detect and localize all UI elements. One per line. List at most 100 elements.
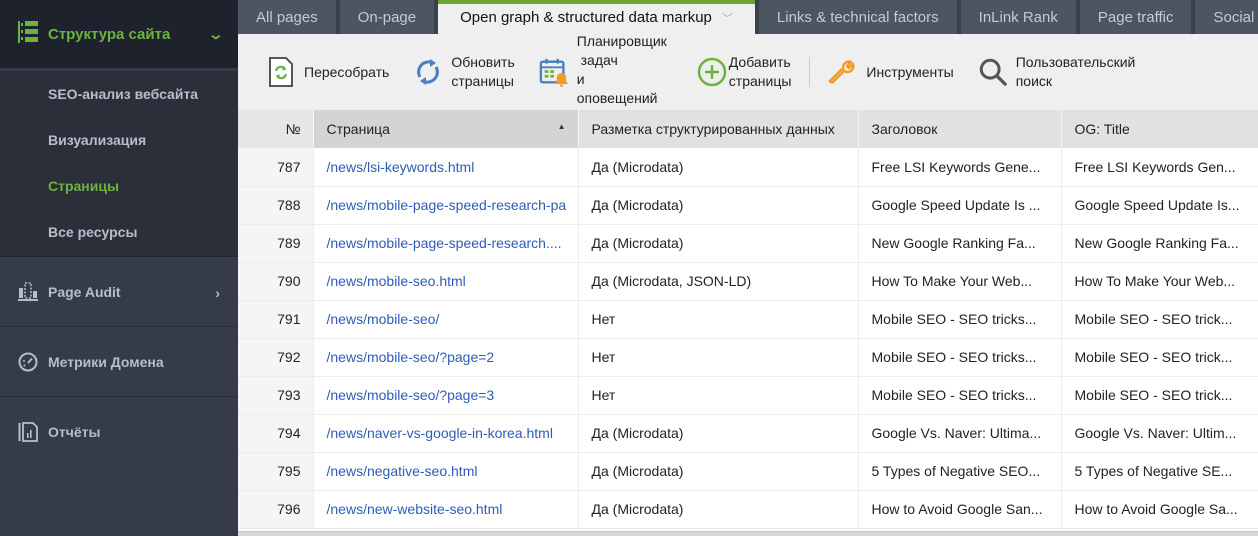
column-header-label: Страница	[326, 121, 390, 137]
table-row[interactable]: 789/news/mobile-page-speed-research.... Д…	[238, 224, 1258, 263]
cell-title: Free LSI Keywords Gene...	[858, 148, 1062, 187]
table-row[interactable]: 792/news/mobile-seo/?page=2 Нет Mobile SEO…	[238, 338, 1258, 377]
cell-page-link[interactable]: /news/mobile-page-speed-research-pa	[313, 186, 579, 225]
cell-page-link[interactable]: /news/naver-vs-google-in-korea.html	[313, 414, 579, 453]
custom-search-label: Пользовательский поиск	[1016, 53, 1136, 91]
sidebar-item-pages[interactable]: Страницы	[0, 163, 238, 209]
cell-number: 793	[238, 376, 314, 415]
table-header-row: № Страница ▲ Разметка структурированных д…	[238, 110, 1258, 148]
sidebar-item-label: Page Audit	[48, 283, 121, 300]
chevron-right-icon: ›	[215, 285, 220, 301]
column-header-title[interactable]: Заголовок	[858, 110, 1062, 148]
table-row[interactable]: 790/news/mobile-seo.html Да (Microdata, J…	[238, 262, 1258, 301]
tools-button[interactable]: Инструменты	[828, 57, 954, 87]
sidebar: Структура сайта ⌄ SEO-анализ вебсайта Ви…	[0, 0, 238, 536]
search-label-line2: поиск	[1015, 73, 1053, 89]
toolbar-divider	[809, 57, 811, 87]
update-pages-button[interactable]: Обновить страницы	[413, 53, 515, 91]
cell-title: How to Avoid Google San...	[858, 490, 1062, 529]
cell-og-title: Mobile SEO - SEO trick...	[1061, 300, 1258, 339]
add-label-line1: Добавить	[728, 54, 791, 70]
sidebar-section-label: Структура сайта	[48, 25, 171, 43]
table-row[interactable]: 794/news/naver-vs-google-in-korea.html Да…	[238, 414, 1258, 453]
sidebar-item-page-audit[interactable]: Page Audit ›	[0, 257, 238, 327]
table-row[interactable]: 793/news/mobile-seo/?page=3 Нет Mobile SEO…	[238, 376, 1258, 415]
sidebar-item-seo-analysis[interactable]: SEO-анализ вебсайта	[0, 71, 238, 117]
cell-number: 794	[238, 414, 314, 453]
chevron-down-icon[interactable]: ﹀	[722, 13, 733, 25]
cell-og-title: Mobile SEO - SEO trick...	[1061, 376, 1258, 415]
tab-open-graph[interactable]: Open graph & structured data markup ﹀	[438, 0, 755, 34]
page-audit-icon	[18, 281, 38, 302]
scheduler-label: Планировщик задач и оповещений	[577, 32, 667, 108]
cell-page-link[interactable]: /news/lsi-keywords.html	[313, 148, 579, 187]
search-icon	[978, 57, 1008, 87]
add-pages-label: Добавить страницы	[729, 53, 792, 91]
scheduler-button[interactable]: Планировщик задач и оповещений	[539, 33, 667, 108]
cell-page-link[interactable]: /news/negative-seo.html	[313, 452, 579, 491]
cell-number: 792	[238, 338, 314, 377]
tools-label: Инструменты	[866, 63, 954, 80]
cell-page-link[interactable]: /news/mobile-seo.html	[313, 262, 579, 301]
tab-page-traffic[interactable]: Page traffic	[1079, 0, 1192, 34]
cell-number: 791	[238, 300, 314, 339]
horizontal-scrollbar[interactable]	[238, 531, 1258, 536]
add-circle-icon	[697, 57, 727, 87]
cell-title: Mobile SEO - SEO tricks...	[858, 338, 1062, 377]
scheduler-label-line2: задач	[576, 52, 618, 68]
column-header-og-title[interactable]: OG: Title	[1061, 110, 1258, 148]
sidebar-item-label: Метрики Домена	[48, 353, 164, 370]
table-row[interactable]: 787/news/lsi-keywords.html Да (Microdata)…	[238, 148, 1258, 187]
cell-og-title: How To Make Your Web...	[1061, 262, 1258, 301]
cell-og-title: New Google Ranking Fa...	[1061, 224, 1258, 263]
cell-page-link[interactable]: /news/mobile-page-speed-research....	[313, 224, 579, 263]
column-header-number[interactable]: №	[238, 110, 314, 148]
table-row[interactable]: 791/news/mobile-seo/Нет Mobile SEO - SEO …	[238, 300, 1258, 339]
tab-social-media[interactable]: Social Media	[1195, 0, 1258, 34]
scheduler-label-line3: и	[576, 71, 585, 87]
chevron-down-icon[interactable]: ⌄	[208, 26, 224, 43]
table-row[interactable]: 795/news/negative-seo.html Да (Microdata)…	[238, 452, 1258, 491]
tab-all-pages[interactable]: All pages	[238, 0, 336, 34]
toolbar: Пересобрать Обновить страницы Планировщи…	[238, 33, 1258, 110]
tab-on-page[interactable]: On-page	[339, 0, 435, 34]
sidebar-submenu: SEO-анализ вебсайта Визуализация Страниц…	[0, 71, 238, 257]
custom-search-button[interactable]: Пользовательский поиск	[978, 53, 1136, 91]
sidebar-item-domain-metrics[interactable]: Метрики Домена	[0, 327, 238, 397]
rebuild-icon	[266, 57, 296, 87]
sidebar-item-all-resources[interactable]: Все ресурсы	[0, 209, 238, 255]
tab-bar: All pages On-page Open graph & structure…	[238, 0, 1258, 34]
sidebar-item-reports[interactable]: Отчёты	[0, 397, 238, 467]
cell-structured-markup: Да (Microdata)	[578, 490, 859, 529]
sidebar-section-site-structure[interactable]: Структура сайта ⌄	[0, 0, 238, 68]
table-row[interactable]: 796/news/new-website-seo.html Да (Microda…	[238, 490, 1258, 529]
table-row[interactable]: 788/news/mobile-page-speed-research-pa Да…	[238, 186, 1258, 225]
app-window: Структура сайта ⌄ SEO-анализ вебсайта Ви…	[0, 0, 1258, 536]
cell-page-link[interactable]: /news/mobile-seo/?page=2	[313, 338, 579, 377]
cell-structured-markup: Нет	[578, 300, 859, 339]
pages-table: № Страница ▲ Разметка структурированных д…	[238, 110, 1258, 536]
gauge-icon	[18, 352, 38, 372]
cell-number: 788	[238, 186, 314, 225]
add-label-line2: страницы	[728, 73, 792, 89]
cell-title: New Google Ranking Fa...	[858, 224, 1062, 263]
cell-number: 796	[238, 490, 314, 529]
cell-title: Google Speed Update Is ...	[858, 186, 1062, 225]
rebuild-label: Пересобрать	[304, 63, 390, 80]
tab-links-technical[interactable]: Links & technical factors	[758, 0, 957, 34]
cell-page-link[interactable]: /news/new-website-seo.html	[313, 490, 579, 529]
tab-inlink-rank[interactable]: InLink Rank	[960, 0, 1076, 34]
update-pages-label: Обновить страницы	[451, 53, 514, 91]
scheduler-label-line1: Планировщик	[576, 33, 667, 49]
rebuild-button[interactable]: Пересобрать	[266, 57, 389, 87]
column-header-structured-markup[interactable]: Разметка структурированных данных	[578, 110, 859, 148]
cell-structured-markup: Да (Microdata)	[578, 452, 859, 491]
add-pages-button[interactable]: Добавить страницы	[697, 53, 792, 91]
sidebar-item-visualization[interactable]: Визуализация	[0, 117, 238, 163]
cell-page-link[interactable]: /news/mobile-seo/?page=3	[313, 376, 579, 415]
column-header-page[interactable]: Страница ▲	[313, 110, 579, 148]
cell-structured-markup: Нет	[578, 376, 859, 415]
cell-structured-markup: Да (Microdata)	[578, 414, 859, 453]
cell-structured-markup: Да (Microdata)	[578, 148, 859, 187]
cell-page-link[interactable]: /news/mobile-seo/	[313, 300, 579, 339]
